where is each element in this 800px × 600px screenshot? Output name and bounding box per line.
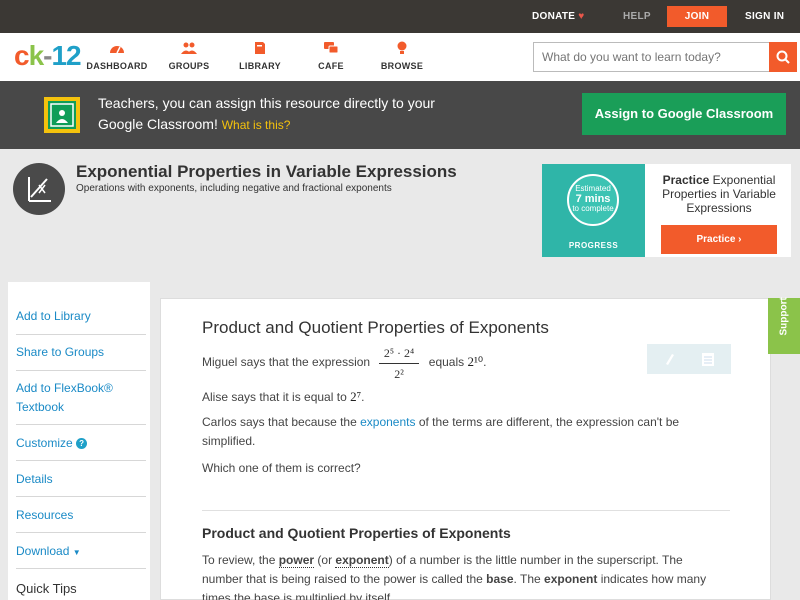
cafe-icon: [324, 42, 339, 54]
nav-groups[interactable]: GROUPS: [154, 41, 224, 71]
review-text-c: . The: [513, 572, 541, 586]
concept-title: Exponential Properties in Variable Expre…: [76, 162, 457, 181]
carlos-text: Carlos says that because the: [202, 415, 357, 429]
sidebar-divider: [16, 424, 146, 425]
nav-browse[interactable]: BROWSE: [367, 41, 437, 71]
customize-label: Customize: [16, 436, 73, 450]
practice-card: Estimated 7 mins to complete PROGRESS Pr…: [542, 164, 791, 257]
alise-value: 2⁷: [350, 389, 362, 404]
review-paragraph: To review, the power (or exponent) of a …: [202, 551, 712, 600]
download-label: Download: [16, 544, 70, 558]
help-icon[interactable]: ?: [76, 438, 88, 449]
sidebar-item-share-to-groups[interactable]: Share to Groups: [16, 343, 146, 362]
banner-text: Teachers, you can assign this resource d…: [98, 93, 438, 136]
section-heading: Product and Quotient Properties of Expon…: [202, 525, 511, 541]
sidebar-item-details[interactable]: Details: [16, 470, 146, 489]
alise-text: Alise says that it is equal to: [202, 390, 347, 404]
nav-browse-label: BROWSE: [380, 61, 424, 71]
nav-dashboard-label: DASHBOARD: [86, 61, 148, 71]
miguel-value: 2¹⁰: [467, 354, 484, 369]
practice-title: Practice Exponential Properties in Varia…: [653, 173, 785, 215]
nav-groups-label: GROUPS: [168, 61, 210, 71]
lesson-content: Product and Quotient Properties of Expon…: [160, 298, 771, 600]
concept-graph-icon: [13, 163, 65, 215]
sign-in-link[interactable]: SIGN IN: [745, 0, 784, 33]
sidebar-item-customize[interactable]: Customize ?: [16, 434, 146, 453]
section-divider: [202, 510, 730, 511]
sidebar-divider: [16, 532, 146, 533]
review-text-a: To review, the: [202, 553, 276, 567]
paragraph-alise: Alise says that it is equal to 2⁷.: [202, 389, 365, 404]
main-header: ck-12 DASHBOARD GROUPS LIBRARY CAFE BROW…: [0, 33, 800, 81]
sidebar-item-resources[interactable]: Resources: [16, 506, 146, 525]
estimated-time-badge: Estimated 7 mins to complete: [567, 174, 619, 226]
browse-icon: [397, 41, 407, 54]
to-complete-label: to complete: [572, 204, 614, 213]
logo-k: k: [28, 40, 45, 71]
donate-link[interactable]: DONATE ♥: [532, 0, 585, 33]
heart-icon: ♥: [578, 11, 585, 22]
fraction-expression: 2⁵ · 2⁴ 2²: [379, 346, 419, 382]
nav-cafe-label: CAFE: [318, 61, 344, 71]
support-tab[interactable]: Support: [768, 297, 800, 354]
caret-down-icon: ▼: [72, 548, 81, 557]
practice-progress-image: Estimated 7 mins to complete PROGRESS: [542, 164, 645, 257]
sidebar-item-add-to-library[interactable]: Add to Library: [16, 307, 146, 326]
practice-button[interactable]: Practice ›: [661, 225, 777, 254]
exponents-link[interactable]: exponents: [360, 415, 415, 429]
sidebar-divider: [16, 460, 146, 461]
quick-tips-heading: Quick Tips: [16, 581, 77, 596]
practice-bold: Practice: [662, 173, 710, 187]
review-text-or: (or: [317, 553, 333, 567]
sidebar-divider: [16, 568, 146, 569]
google-classroom-icon: [44, 97, 80, 133]
paragraph-miguel: Miguel says that the expression equals 2…: [202, 354, 487, 369]
search-button[interactable]: [769, 42, 797, 72]
sidebar-divider: [16, 334, 146, 335]
search-icon: [776, 50, 790, 64]
sidebar-item-download[interactable]: Download ▼: [16, 542, 146, 562]
power-term[interactable]: power: [278, 553, 315, 568]
library-icon: [255, 42, 265, 54]
practice-button-label: Practice: [696, 234, 736, 245]
paragraph-carlos: Carlos says that because the exponents o…: [202, 413, 712, 451]
exponent-term[interactable]: exponent: [335, 553, 389, 568]
estimated-mins: 7 mins: [575, 193, 611, 205]
chevron-right-icon: ›: [738, 234, 742, 245]
support-label: Support: [778, 297, 790, 336]
donate-label: DONATE: [532, 11, 576, 22]
fraction-denominator: 2²: [394, 367, 404, 381]
fraction-numerator: 2⁵ · 2⁴: [379, 346, 419, 364]
miguel-text: Miguel says that the expression: [202, 355, 371, 369]
groups-icon: [181, 42, 197, 54]
nav-library[interactable]: LIBRARY: [225, 41, 295, 71]
dashboard-icon: [110, 46, 124, 54]
join-button[interactable]: JOIN: [667, 6, 727, 27]
base-term: base: [486, 572, 514, 586]
google-classroom-banner: Teachers, you can assign this resource d…: [0, 81, 800, 149]
sidebar-divider: [16, 496, 146, 497]
progress-label: PROGRESS: [568, 241, 619, 250]
nav-dashboard[interactable]: DASHBOARD: [82, 41, 152, 71]
question-text: Which one of them is correct?: [202, 461, 361, 475]
logo-c: c: [14, 40, 30, 71]
what-is-this-link[interactable]: What is this?: [222, 118, 291, 132]
lesson-title: Product and Quotient Properties of Expon…: [202, 318, 549, 337]
equals-text: equals: [428, 355, 465, 369]
concept-subtitle: Operations with exponents, including neg…: [76, 183, 392, 194]
exponent-term-2: exponent: [544, 572, 598, 586]
top-bar: DONATE ♥ HELP JOIN SIGN IN: [0, 0, 800, 33]
sidebar-divider: [16, 370, 146, 371]
logo-num: 12: [51, 40, 81, 71]
sidebar: Add to Library Share to Groups Add to Fl…: [8, 282, 150, 600]
search-input[interactable]: [533, 42, 770, 72]
ck12-logo[interactable]: ck-12: [14, 40, 82, 71]
nav-cafe[interactable]: CAFE: [296, 41, 366, 71]
nav-library-label: LIBRARY: [239, 61, 281, 71]
assign-to-google-classroom-button[interactable]: Assign to Google Classroom: [582, 93, 786, 135]
help-link[interactable]: HELP: [623, 0, 651, 33]
sidebar-item-add-to-flexbook[interactable]: Add to FlexBook® Textbook: [16, 379, 146, 417]
